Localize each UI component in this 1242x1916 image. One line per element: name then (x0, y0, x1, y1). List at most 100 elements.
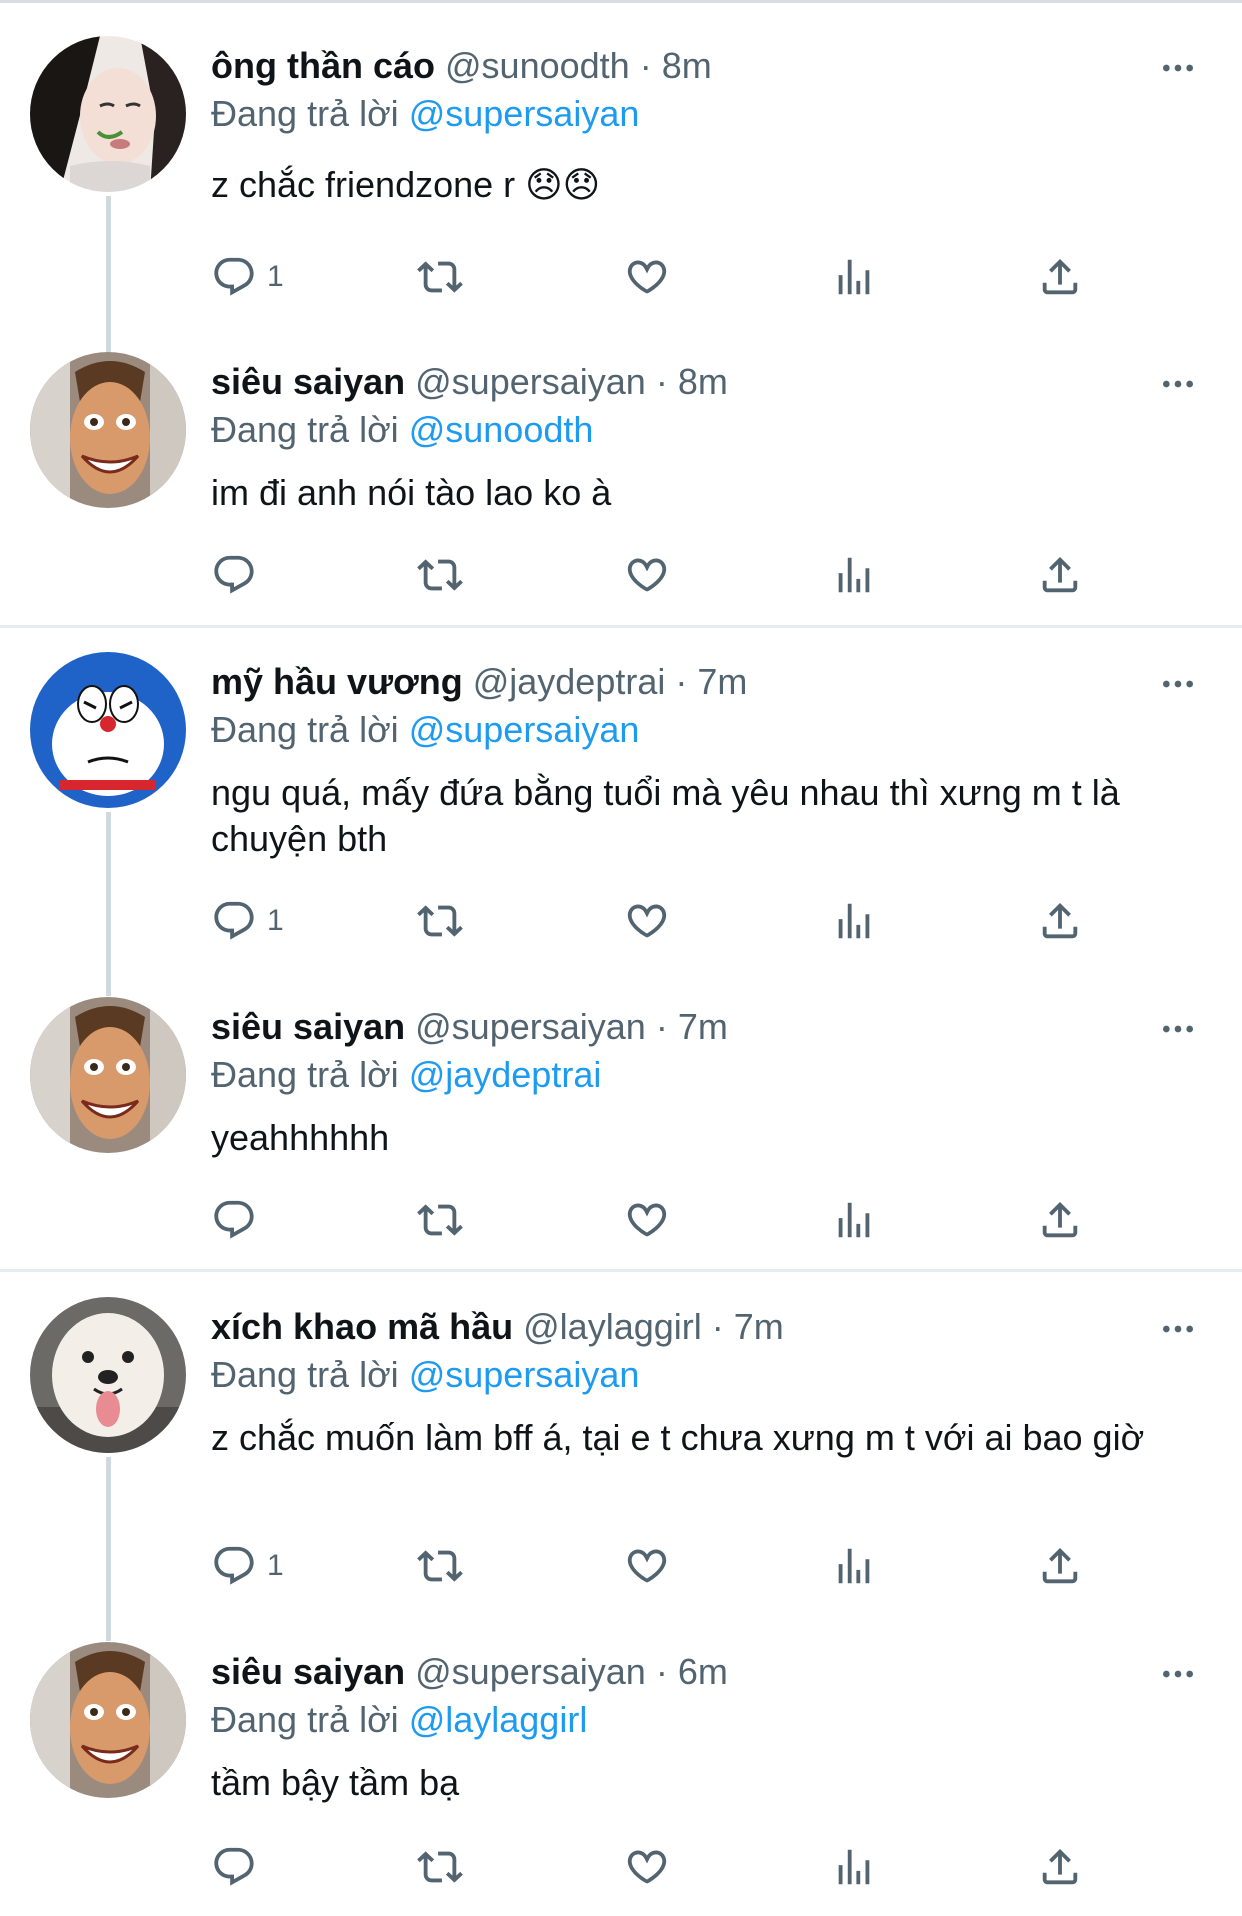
reply-button[interactable]: 1 (211, 1541, 284, 1591)
reply-icon (211, 1543, 257, 1589)
more-icon[interactable] (1158, 1309, 1198, 1349)
replying-to-label: Đang trả lời (211, 709, 399, 750)
share-button[interactable] (1037, 1842, 1083, 1892)
mention-link[interactable]: @sunoodth (409, 409, 594, 450)
analytics-button[interactable] (831, 1842, 877, 1892)
like-button[interactable] (624, 1842, 670, 1892)
display-name[interactable]: ông thần cáo (211, 45, 435, 86)
timestamp[interactable]: 8m (678, 361, 728, 402)
replying-to-label: Đang trả lời (211, 1699, 399, 1740)
tweet[interactable]: xích khao mã hầu @laylaggirl · 7m Đang t… (0, 1297, 1242, 1597)
heart-icon (624, 552, 670, 598)
tweet[interactable]: siêu saiyan @supersaiyan · 7m Đang trả l… (0, 997, 1242, 1257)
timestamp[interactable]: 8m (662, 45, 712, 86)
username[interactable]: @jaydeptrai (473, 661, 666, 702)
retweet-icon (417, 552, 463, 598)
reply-button[interactable] (211, 1195, 267, 1245)
share-icon (1037, 898, 1083, 944)
share-button[interactable] (1037, 896, 1083, 946)
analytics-button[interactable] (831, 1541, 877, 1591)
display-name[interactable]: siêu saiyan (211, 361, 405, 402)
avatar-image (30, 997, 186, 1153)
share-button[interactable] (1037, 1541, 1083, 1591)
username[interactable]: @supersaiyan (415, 1006, 646, 1047)
timestamp[interactable]: 7m (697, 661, 747, 702)
retweet-button[interactable] (417, 1842, 463, 1892)
display-name[interactable]: siêu saiyan (211, 1651, 405, 1692)
username[interactable]: @sunoodth (445, 45, 630, 86)
avatar[interactable] (30, 36, 186, 192)
tweet-actions (211, 1195, 1111, 1245)
username[interactable]: @laylaggirl (523, 1306, 702, 1347)
more-icon[interactable] (1158, 48, 1198, 88)
mention-link[interactable]: @laylaggirl (409, 1699, 588, 1740)
reply-button[interactable] (211, 1842, 267, 1892)
like-button[interactable] (624, 550, 670, 600)
avatar[interactable] (30, 652, 186, 808)
tweet-text: z chắc muốn làm bff á, tại e t chưa xưng… (211, 1417, 1145, 1458)
display-name[interactable]: xích khao mã hầu (211, 1306, 513, 1347)
reply-button[interactable]: 1 (211, 896, 284, 946)
timestamp[interactable]: 6m (678, 1651, 728, 1692)
tweet-header: xích khao mã hầu @laylaggirl · 7m (211, 1305, 784, 1349)
avatar-image (30, 1642, 186, 1798)
replying-to: Đang trả lời @supersaiyan (211, 1353, 639, 1397)
display-name[interactable]: siêu saiyan (211, 1006, 405, 1047)
timestamp[interactable]: 7m (734, 1306, 784, 1347)
retweet-button[interactable] (417, 1195, 463, 1245)
heart-icon (624, 254, 670, 300)
more-icon[interactable] (1158, 1654, 1198, 1694)
tweet-text: im đi anh nói tào lao ko à (211, 472, 612, 513)
display-name[interactable]: mỹ hầu vương (211, 661, 463, 702)
replying-to: Đang trả lời @supersaiyan (211, 92, 639, 136)
retweet-button[interactable] (417, 896, 463, 946)
like-button[interactable] (624, 1195, 670, 1245)
retweet-button[interactable] (417, 550, 463, 600)
more-icon[interactable] (1158, 1009, 1198, 1049)
analytics-button[interactable] (831, 1195, 877, 1245)
tweet[interactable]: mỹ hầu vương @jaydeptrai · 7m Đang trả l… (0, 652, 1242, 952)
replying-to-label: Đang trả lời (211, 409, 399, 450)
retweet-button[interactable] (417, 252, 463, 302)
like-button[interactable] (624, 896, 670, 946)
share-button[interactable] (1037, 252, 1083, 302)
replying-to: Đang trả lời @jaydeptrai (211, 1053, 601, 1097)
replying-to-label: Đang trả lời (211, 1054, 399, 1095)
more-icon[interactable] (1158, 364, 1198, 404)
share-button[interactable] (1037, 1195, 1083, 1245)
like-button[interactable] (624, 1541, 670, 1591)
mention-link[interactable]: @jaydeptrai (409, 1054, 602, 1095)
analytics-button[interactable] (831, 252, 877, 302)
reply-button[interactable]: 1 (211, 252, 284, 302)
separator-dot: · (655, 361, 668, 402)
share-icon (1037, 1844, 1083, 1890)
username[interactable]: @supersaiyan (415, 361, 646, 402)
avatar[interactable] (30, 997, 186, 1153)
retweet-icon (417, 1543, 463, 1589)
avatar[interactable] (30, 1642, 186, 1798)
mention-link[interactable]: @supersaiyan (409, 709, 640, 750)
replying-to: Đang trả lời @laylaggirl (211, 1698, 587, 1742)
reply-button[interactable] (211, 550, 267, 600)
tweet[interactable]: siêu saiyan @supersaiyan · 6m Đang trả l… (0, 1642, 1242, 1916)
tweet[interactable]: ông thần cáo @sunoodth · 8m Đang trả lời… (0, 36, 1242, 316)
tweet-header: mỹ hầu vương @jaydeptrai · 7m (211, 660, 747, 704)
analytics-icon (831, 1844, 877, 1890)
share-button[interactable] (1037, 550, 1083, 600)
analytics-button[interactable] (831, 550, 877, 600)
retweet-button[interactable] (417, 1541, 463, 1591)
username[interactable]: @supersaiyan (415, 1651, 646, 1692)
tweet-header: siêu saiyan @supersaiyan · 6m (211, 1650, 728, 1694)
retweet-icon (417, 898, 463, 944)
timestamp[interactable]: 7m (678, 1006, 728, 1047)
mention-link[interactable]: @supersaiyan (409, 1354, 640, 1395)
tweet-actions (211, 550, 1111, 600)
more-icon[interactable] (1158, 664, 1198, 704)
avatar[interactable] (30, 352, 186, 508)
mention-link[interactable]: @supersaiyan (409, 93, 640, 134)
analytics-button[interactable] (831, 896, 877, 946)
tweet[interactable]: siêu saiyan @supersaiyan · 8m Đang trả l… (0, 352, 1242, 612)
avatar[interactable] (30, 1297, 186, 1453)
reply-count: 1 (267, 1549, 284, 1582)
like-button[interactable] (624, 252, 670, 302)
